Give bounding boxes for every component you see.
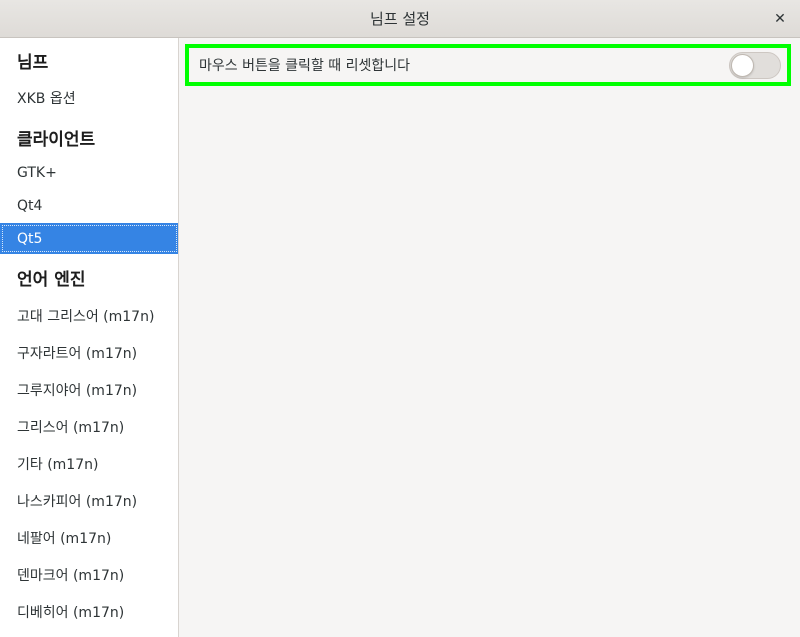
sidebar-item-naskapi[interactable]: 나스카피어 (m17n) bbox=[0, 485, 178, 516]
sidebar-item-gtk[interactable]: GTK+ bbox=[0, 157, 178, 188]
sidebar-item-georgian[interactable]: 그루지야어 (m17n) bbox=[0, 374, 178, 405]
reset-on-click-row: 마우스 버튼을 클릭할 때 리셋합니다 bbox=[185, 44, 791, 86]
sidebar-item-nepali[interactable]: 네팔어 (m17n) bbox=[0, 522, 178, 553]
sidebar-item-label: GTK+ bbox=[17, 164, 57, 181]
sidebar-item-label: 나스카피어 (m17n) bbox=[17, 493, 138, 510]
settings-window: 님프 설정 ✕ 님프 XKB 옵션 클라이언트 GTK+ Qt4 Qt5 언어 … bbox=[0, 0, 800, 637]
sidebar-item-label: 그루지야어 (m17n) bbox=[17, 382, 138, 399]
sidebar-item-label: 덴마크어 (m17n) bbox=[17, 567, 125, 584]
close-icon[interactable]: ✕ bbox=[770, 9, 790, 29]
section-header-nimf: 님프 bbox=[17, 53, 49, 73]
sidebar-item-ancient-greek[interactable]: 고대 그리스어 (m17n) bbox=[0, 300, 178, 331]
settings-content: 마우스 버튼을 클릭할 때 리셋합니다 bbox=[180, 38, 800, 637]
section-header-language-engines: 언어 엔진 bbox=[17, 270, 86, 290]
sidebar-item-label: 네팔어 (m17n) bbox=[17, 530, 112, 547]
title-bar: 님프 설정 ✕ bbox=[0, 0, 800, 38]
sidebar-item-label: 구자라트어 (m17n) bbox=[17, 345, 138, 362]
sidebar-item-label: XKB 옵션 bbox=[17, 90, 76, 107]
sidebar-item-xkb-options[interactable]: XKB 옵션 bbox=[0, 82, 178, 113]
sidebar-item-label: Qt4 bbox=[17, 197, 43, 214]
sidebar-item-label: 그리스어 (m17n) bbox=[17, 419, 125, 436]
sidebar-item-dhivehi[interactable]: 디베히어 (m17n) bbox=[0, 596, 178, 627]
setting-label: 마우스 버튼을 클릭할 때 리셋합니다 bbox=[199, 58, 410, 74]
section-header-clients: 클라이언트 bbox=[17, 130, 96, 150]
window-title: 님프 설정 bbox=[370, 10, 430, 28]
sidebar-item-other[interactable]: 기타 (m17n) bbox=[0, 448, 178, 479]
sidebar-item-label: Qt5 bbox=[17, 230, 43, 247]
sidebar-item-greek[interactable]: 그리스어 (m17n) bbox=[0, 411, 178, 442]
sidebar-item-label: 기타 (m17n) bbox=[17, 456, 99, 473]
sidebar-item-label: 디베히어 (m17n) bbox=[17, 604, 125, 621]
sidebar-item-label: 고대 그리스어 (m17n) bbox=[17, 308, 155, 325]
toggle-knob bbox=[731, 53, 754, 77]
sidebar: 님프 XKB 옵션 클라이언트 GTK+ Qt4 Qt5 언어 엔진 고대 그리… bbox=[0, 38, 179, 637]
sidebar-item-qt5[interactable]: Qt5 bbox=[0, 223, 178, 254]
sidebar-item-gujarati[interactable]: 구자라트어 (m17n) bbox=[0, 337, 178, 368]
sidebar-item-qt4[interactable]: Qt4 bbox=[0, 190, 178, 221]
sidebar-item-danish[interactable]: 덴마크어 (m17n) bbox=[0, 559, 178, 590]
reset-on-click-toggle[interactable] bbox=[729, 51, 781, 79]
